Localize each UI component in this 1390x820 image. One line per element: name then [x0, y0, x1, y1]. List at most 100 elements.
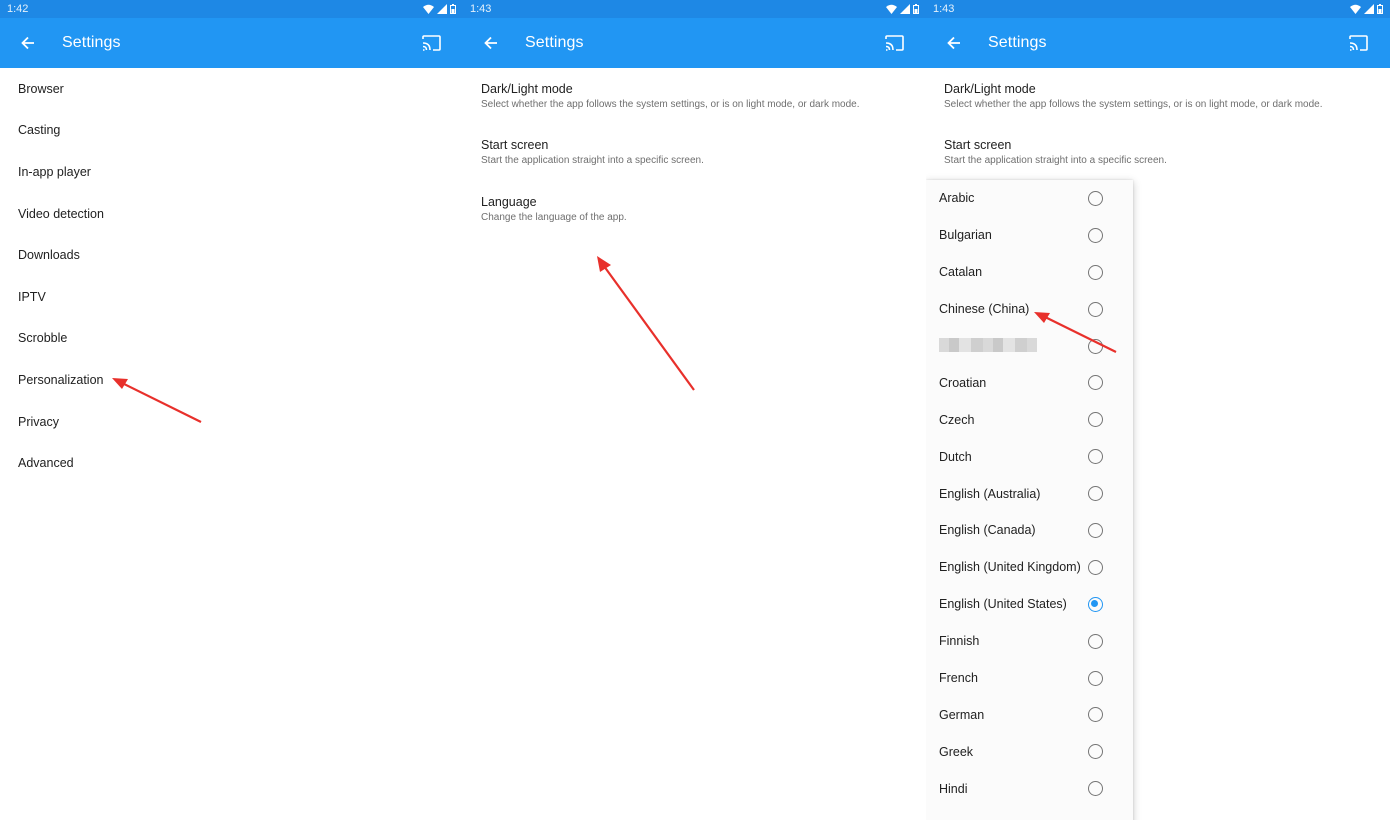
menu-item-video-detection[interactable]: Video detection: [0, 193, 463, 235]
language-option-label: Hindi: [939, 781, 968, 796]
pref-summary: Change the language of the app.: [481, 212, 627, 223]
language-option[interactable]: Chinese (China): [926, 291, 1133, 328]
cast-button[interactable]: [419, 31, 443, 55]
radio-selected-icon[interactable]: [1088, 596, 1103, 612]
language-option[interactable]: Hindi: [926, 770, 1133, 807]
language-option-label: English (United States): [939, 597, 1067, 612]
radio-unselected-icon[interactable]: [1088, 486, 1103, 502]
language-option[interactable]: Finnish: [926, 623, 1133, 660]
arrow-back-icon: [484, 36, 497, 50]
status-bar: 1:43: [463, 0, 926, 18]
pref-summary: Start the application straight into a sp…: [944, 155, 1167, 166]
radio-unselected-icon[interactable]: [1088, 227, 1103, 243]
language-option[interactable]: Croatian: [926, 364, 1133, 401]
status-bar: 1:43: [926, 0, 1390, 18]
back-button[interactable]: [478, 30, 504, 56]
language-option-label: English (Canada): [939, 523, 1036, 538]
settings-menu: Browser Casting In-app player Video dete…: [0, 68, 463, 484]
pref-dark-light-mode[interactable]: Dark/Light mode Select whether the app f…: [463, 82, 860, 110]
back-button[interactable]: [941, 30, 967, 56]
pref-summary: Start the application straight into a sp…: [481, 155, 704, 166]
settings-screen-personalization: 1:43 Settings Dark/Light mode Select whe…: [463, 0, 926, 820]
radio-unselected-icon[interactable]: [1088, 375, 1103, 391]
page-title: Settings: [62, 34, 121, 51]
radio-unselected-icon[interactable]: [1088, 559, 1103, 575]
back-button[interactable]: [15, 30, 41, 56]
language-option[interactable]: Greek: [926, 733, 1133, 770]
page-title: Settings: [988, 34, 1047, 51]
language-option[interactable]: English (Canada): [926, 512, 1133, 549]
language-option[interactable]: Catalan: [926, 254, 1133, 291]
pref-dark-light-mode[interactable]: Dark/Light mode Select whether the app f…: [926, 82, 1323, 110]
signal-icon: [437, 4, 447, 14]
language-option-label: French: [939, 671, 978, 686]
pref-start-screen[interactable]: Start screen Start the application strai…: [463, 138, 704, 166]
language-option-label: German: [939, 707, 985, 722]
language-option[interactable]: English (United Kingdom): [926, 549, 1133, 586]
language-option-label: English (Australia): [939, 486, 1041, 501]
language-option[interactable]: Dutch: [926, 438, 1133, 475]
status-time: 1:42: [7, 3, 29, 15]
cast-button[interactable]: [882, 31, 906, 55]
menu-item-in-app-player[interactable]: In-app player: [0, 151, 463, 193]
menu-item-iptv[interactable]: IPTV: [0, 276, 463, 318]
language-option-label: Greek: [939, 744, 974, 759]
language-option[interactable]: English (United States): [926, 586, 1133, 623]
status-bar: 1:42: [0, 0, 463, 18]
radio-unselected-icon[interactable]: [1088, 744, 1103, 760]
app-bar: Settings: [926, 18, 1390, 68]
language-option[interactable]: Bulgarian: [926, 217, 1133, 254]
radio-unselected-icon[interactable]: [1088, 190, 1103, 206]
battery-icon: [1377, 4, 1383, 14]
cast-icon: [421, 35, 441, 51]
menu-item-privacy[interactable]: Privacy: [0, 401, 463, 443]
menu-item-downloads[interactable]: Downloads: [0, 234, 463, 276]
radio-unselected-icon[interactable]: [1088, 522, 1103, 538]
radio-unselected-icon[interactable]: [1088, 412, 1103, 428]
pref-title: Dark/Light mode: [944, 82, 1036, 96]
status-time: 1:43: [933, 3, 955, 15]
cast-button[interactable]: [1346, 31, 1370, 55]
radio-unselected-icon[interactable]: [1088, 707, 1103, 723]
language-option[interactable]: Czech: [926, 401, 1133, 438]
signal-icon: [900, 4, 910, 14]
settings-screen-main: 1:42 Settings Browser Casting In-app pla…: [0, 0, 463, 820]
radio-unselected-icon[interactable]: [1088, 338, 1103, 354]
pref-title: Start screen: [481, 138, 549, 152]
cast-icon: [884, 35, 904, 51]
menu-item-personalization[interactable]: Personalization: [0, 359, 463, 401]
radio-unselected-icon[interactable]: [1088, 264, 1103, 280]
pref-language[interactable]: Language Change the language of the app.: [463, 195, 627, 223]
status-time: 1:43: [470, 3, 492, 15]
language-option[interactable]: French: [926, 660, 1133, 697]
radio-unselected-icon[interactable]: [1088, 670, 1103, 686]
language-dialog: Arabic Bulgarian Catalan Chinese (China) Cro…: [926, 180, 1133, 820]
radio-unselected-icon[interactable]: [1088, 301, 1103, 317]
settings-screen-language-dialog: 1:43 Settings Dark/Light mode Select whe…: [926, 0, 1390, 820]
pref-title: Start screen: [944, 138, 1012, 152]
language-options: Arabic Bulgarian Catalan Chinese (China) Cro…: [926, 180, 1133, 807]
menu-item-browser[interactable]: Browser: [0, 68, 463, 110]
status-icons: [886, 4, 919, 14]
radio-unselected-icon[interactable]: [1088, 781, 1103, 797]
pref-title: Language: [481, 195, 537, 209]
language-option[interactable]: English (Australia): [926, 475, 1133, 512]
language-option-label: Croatian: [939, 375, 987, 390]
menu-item-scrobble[interactable]: Scrobble: [0, 318, 463, 360]
language-option-label: Finnish: [939, 634, 980, 649]
language-option[interactable]: German: [926, 696, 1133, 733]
menu-item-casting[interactable]: Casting: [0, 110, 463, 152]
radio-unselected-icon[interactable]: [1088, 449, 1103, 465]
language-option[interactable]: Arabic: [926, 180, 1133, 217]
language-option-label: [939, 337, 1037, 355]
menu-item-advanced[interactable]: Advanced: [0, 442, 463, 484]
radio-unselected-icon[interactable]: [1088, 633, 1103, 649]
wifi-icon: [1350, 4, 1361, 14]
pref-start-screen[interactable]: Start screen Start the application strai…: [926, 138, 1167, 166]
signal-icon: [1364, 4, 1374, 14]
language-option-label: Dutch: [939, 449, 972, 464]
wifi-icon: [423, 4, 434, 14]
wifi-icon: [886, 4, 897, 14]
pref-summary: Select whether the app follows the syste…: [481, 99, 860, 110]
language-option[interactable]: [926, 328, 1133, 365]
